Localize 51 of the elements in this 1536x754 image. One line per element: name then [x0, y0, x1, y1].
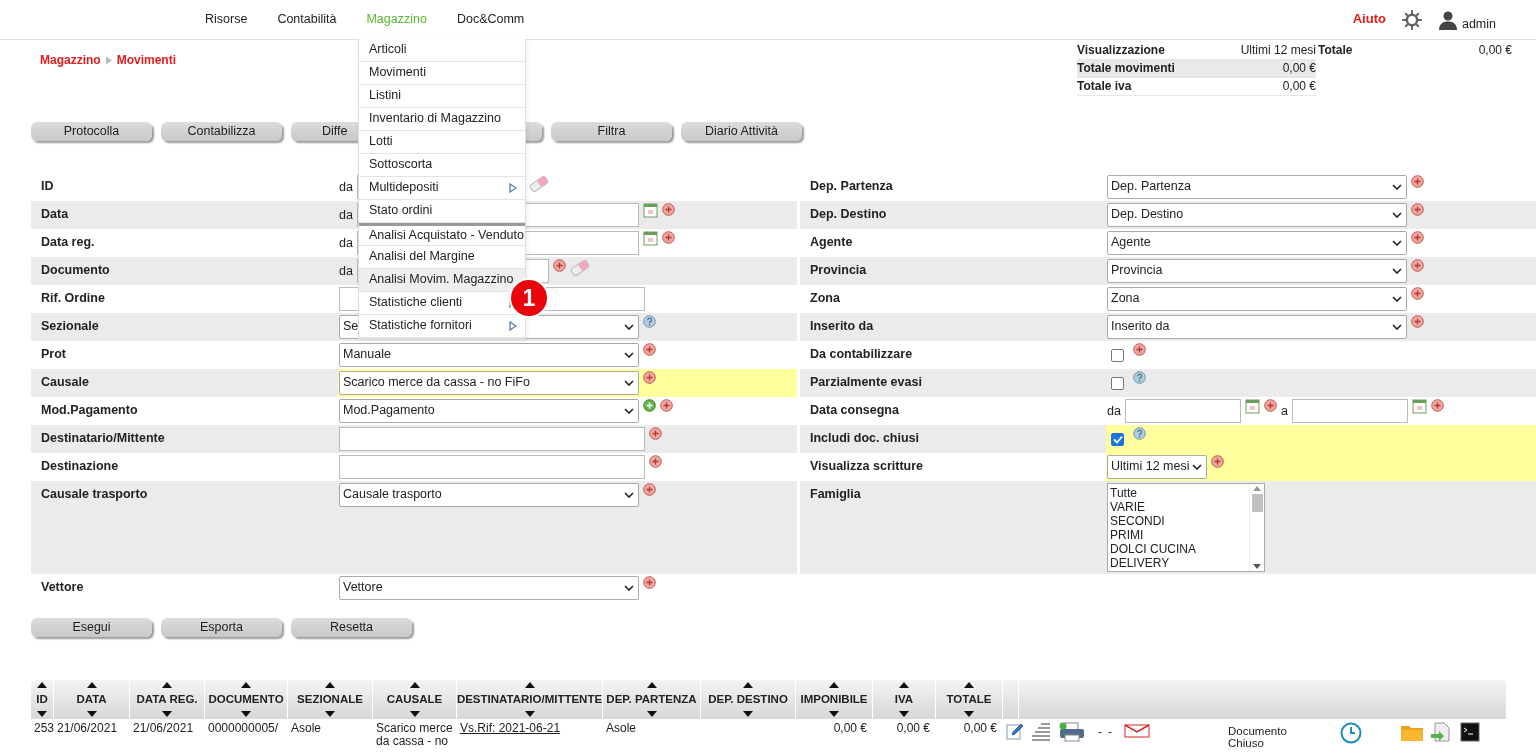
field-label: Parzialmente evasi: [800, 369, 1106, 397]
field-label: Causale trasporto: [31, 481, 338, 574]
summary-label: Totale iva: [1077, 78, 1240, 96]
summary-label: Totale: [1318, 43, 1353, 59]
field-label: Data: [31, 201, 338, 229]
dash-text: -: [1108, 726, 1112, 739]
range-prefix: da: [339, 207, 353, 224]
user-name: admin: [1461, 16, 1496, 33]
field-label: Vettore: [40, 579, 85, 596]
summary-value: 0,00 €: [1478, 43, 1512, 59]
table-cell-text: 21/06/2021: [56, 720, 119, 737]
field-label: Dep. Partenza: [809, 178, 894, 195]
field-label: ID: [40, 178, 55, 195]
table-cell-text: 21/06/2021: [132, 720, 195, 737]
summary-label: Totale movimenti: [1077, 60, 1240, 78]
table-cell-text: 253: [33, 720, 54, 737]
field-label: Inserito da: [800, 313, 1106, 341]
field-label: Prot: [40, 346, 67, 363]
table-cell-text: 0,00 €: [895, 720, 931, 737]
dash-text: -: [1098, 726, 1102, 739]
field-label: Da contabilizzare: [809, 346, 914, 363]
table-cell-text: 0,00 €: [962, 720, 998, 737]
range-prefix: da: [339, 179, 353, 196]
field-label: Destinazione: [40, 458, 120, 475]
field-label: Causale: [31, 369, 338, 397]
field-label: Zona: [809, 290, 841, 307]
table-cell-text: 0000000005/: [207, 720, 280, 737]
field-label: Sezionale: [31, 313, 338, 341]
field-label: Agente: [809, 234, 854, 251]
field-label: Dep. Destino: [800, 201, 1106, 229]
range-prefix: da: [339, 263, 353, 280]
table-cell-text: Scarico merce da cassa - no: [375, 720, 454, 750]
status-text: Documento Chiuso: [1228, 724, 1288, 749]
field-label: Includi doc. chiusi: [800, 425, 1106, 453]
range-separator: a: [1280, 403, 1288, 420]
table-cell-text: Asole: [605, 720, 638, 737]
field-label: Visualizza scritture: [809, 458, 924, 475]
summary-value: 0,00 €: [1240, 78, 1316, 96]
range-prefix: da: [1107, 403, 1121, 420]
field-label: Documento: [31, 257, 338, 285]
range-prefix: da: [339, 235, 353, 252]
field-label: Famiglia: [800, 481, 1106, 574]
field-label: Mod.Pagamento: [40, 402, 139, 419]
field-label: Data reg.: [40, 234, 96, 251]
field-label: Rif. Ordine: [40, 290, 106, 307]
table-cell-text: 0,00 €: [832, 720, 868, 737]
field-label: Destinatario/Mittente: [31, 425, 338, 453]
field-label: Provincia: [800, 257, 1106, 285]
summary-value: 0,00 €: [1240, 60, 1316, 78]
field-label: Data consegna: [809, 402, 900, 419]
table-cell-text: Asole: [290, 720, 323, 737]
